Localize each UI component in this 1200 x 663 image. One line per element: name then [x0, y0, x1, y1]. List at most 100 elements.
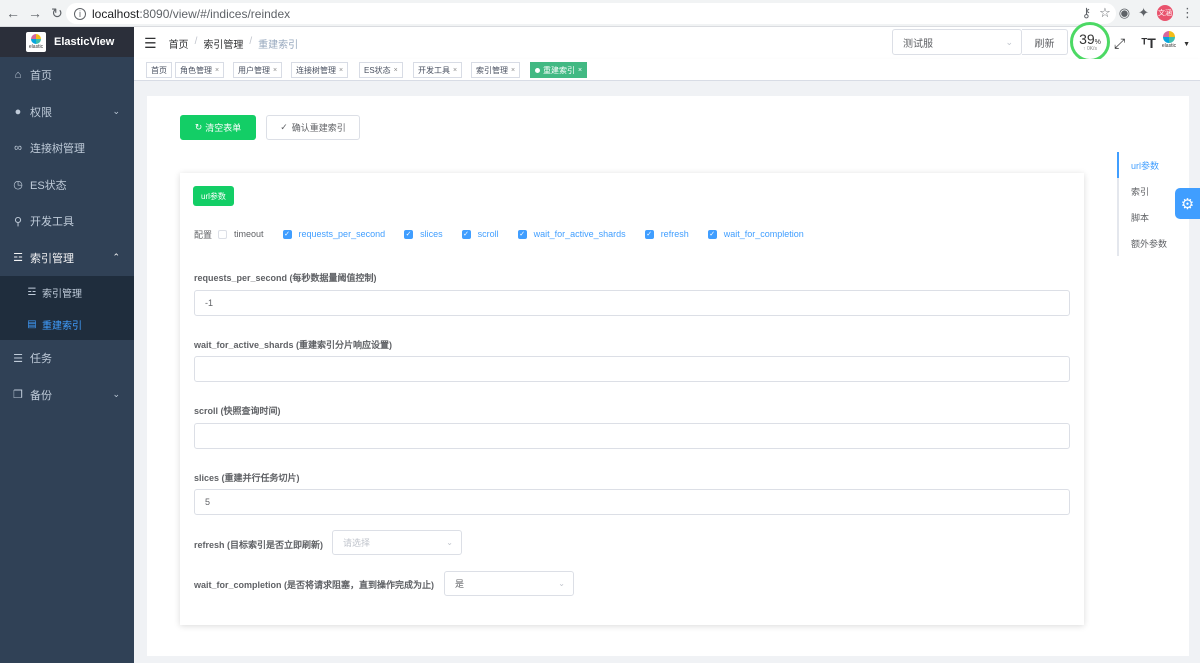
gauge-speed-value: 0K/s — [1086, 46, 1097, 52]
settings-gear-icon[interactable]: ⚙ — [1175, 188, 1200, 219]
close-icon[interactable]: × — [215, 67, 219, 74]
clear-form-button[interactable]: ↻ 清空表单 — [180, 115, 256, 140]
sidebar-subitem-index-management[interactable]: ☲ 索引管理 — [0, 276, 134, 308]
checkbox-scroll[interactable]: ✓ scroll — [461, 229, 499, 239]
checkbox-requests-per-second[interactable]: ✓ requests_per_second — [282, 229, 385, 239]
fullscreen-icon[interactable]: ⤢ — [1114, 35, 1125, 52]
puzzle-icon[interactable]: ✦ — [1138, 5, 1149, 21]
checkbox-label: wait_for_completion — [723, 229, 804, 239]
chevron-down-icon: ⌄ — [112, 389, 120, 400]
close-icon[interactable]: × — [394, 67, 398, 74]
checkbox-wait-for-active-shards[interactable]: ✓ wait_for_active_shards — [517, 229, 626, 239]
tag-role-management[interactable]: 角色管理 × — [175, 62, 225, 78]
requests-per-second-input[interactable]: -1 — [194, 290, 1070, 316]
checkbox-wait-for-completion[interactable]: ✓ wait_for_completion — [707, 229, 804, 239]
sidebar-item-label: 开发工具 — [30, 216, 74, 229]
elastic-logo-icon: elastic — [26, 32, 46, 52]
tag-reindex[interactable]: 重建索引 × — [530, 62, 588, 78]
environment-select-value: 测试服 — [903, 38, 933, 50]
scroll-input[interactable] — [194, 423, 1070, 449]
sidebar-item-backup[interactable]: ❐ 备份 ⌄ — [0, 377, 134, 414]
checkbox-label: refresh — [660, 229, 689, 239]
tag-label: 索引管理 — [476, 65, 508, 75]
font-size-icon[interactable]: ᵀT — [1141, 35, 1156, 52]
checkbox-box[interactable] — [218, 229, 228, 239]
sidebar-item-permissions[interactable]: ● 权限 ⌄ — [0, 94, 134, 131]
breadcrumb: 首页 / 索引管理 / 重建索引 — [169, 36, 299, 51]
sidebar-item-dev-tools[interactable]: ⚲ 开发工具 — [0, 203, 134, 240]
more-vertical-icon[interactable]: ⋮ — [1181, 5, 1194, 21]
star-icon[interactable]: ☆ — [1099, 5, 1111, 21]
checkmark-icon[interactable]: ✓ — [517, 229, 527, 239]
extension-icon[interactable]: ◉ — [1119, 5, 1130, 21]
chevron-down-icon: ⌄ — [112, 106, 120, 117]
forward-arrow-icon[interactable]: → — [26, 4, 44, 22]
checkmark-icon[interactable]: ✓ — [282, 229, 292, 239]
environment-select[interactable]: 测试服 ⌄ — [892, 29, 1022, 55]
anchor-item-extra-params[interactable]: 额外参数 — [1119, 230, 1177, 256]
profile-avatar[interactable]: 文涵 — [1157, 5, 1173, 21]
breadcrumb-item[interactable]: 索引管理 — [203, 36, 243, 51]
sidebar-item-tasks[interactable]: ☰ 任务 — [0, 340, 134, 377]
wait-for-active-shards-input[interactable] — [194, 356, 1070, 382]
tag-connection-tree[interactable]: 连接树管理 × — [291, 62, 349, 78]
checkmark-icon[interactable]: ✓ — [404, 229, 414, 239]
app-logo[interactable]: elastic ElasticView — [0, 27, 134, 57]
checkbox-label: scroll — [477, 229, 499, 239]
refresh-button[interactable]: 刷新 — [1022, 29, 1068, 55]
index-submenu: ☲ 索引管理 ▤ 重建索引 — [0, 276, 134, 340]
check-icon: ✓ — [280, 122, 288, 132]
wait-for-completion-select[interactable]: 是 ⌄ — [444, 571, 574, 596]
avatar-label: elastic — [1161, 43, 1177, 49]
checkbox-refresh[interactable]: ✓ refresh — [644, 229, 689, 239]
anchor-active-indicator — [1117, 152, 1119, 178]
clock-icon: ◷ — [13, 179, 23, 192]
gauge-percent: 39% — [1079, 32, 1101, 46]
sidebar-item-connection-tree[interactable]: ∞ 连接树管理 — [0, 130, 134, 167]
checkbox-slices[interactable]: ✓ slices — [404, 229, 443, 239]
reload-icon[interactable]: ↻ — [48, 4, 66, 22]
tag-es-status[interactable]: ES状态 × — [359, 62, 403, 78]
refresh-select[interactable]: 请选择 ⌄ — [332, 530, 462, 555]
close-icon[interactable]: × — [273, 67, 277, 74]
checkmark-icon[interactable]: ✓ — [707, 229, 717, 239]
key-icon[interactable]: ⚷ — [1082, 5, 1092, 21]
home-icon: ⌂ — [14, 69, 22, 82]
refresh-select-placeholder: 请选择 — [343, 538, 371, 548]
tag-label: 连接树管理 — [296, 65, 336, 75]
active-dot-icon — [535, 67, 540, 73]
tag-dev-tools[interactable]: 开发工具 × — [413, 62, 463, 78]
sidebar-item-index-management[interactable]: ☲ 索引管理 ⌃ — [0, 240, 134, 277]
tag-index-management[interactable]: 索引管理 × — [471, 62, 521, 78]
breadcrumb-item[interactable]: 首页 — [169, 36, 189, 51]
checkmark-icon[interactable]: ✓ — [644, 229, 654, 239]
hamburger-icon[interactable]: ☰ — [144, 35, 157, 52]
clear-form-label: 清空表单 — [205, 123, 242, 133]
checkmark-icon[interactable]: ✓ — [461, 229, 471, 239]
close-icon[interactable]: × — [511, 67, 515, 74]
user-icon: ● — [14, 105, 22, 118]
sidebar-subitem-reindex[interactable]: ▤ 重建索引 — [0, 308, 134, 340]
top-navbar: ☰ 首页 / 索引管理 / 重建索引 测试服 ⌄ 刷新 39% ↑ 0K/s ⤢… — [134, 22, 1200, 62]
confirm-reindex-button[interactable]: ✓ 确认重建索引 — [266, 115, 360, 140]
sidebar-item-es-status[interactable]: ◷ ES状态 — [0, 167, 134, 204]
browser-actions: ⚷ ☆ ◉ ✦ 文涵 ⋮ — [1082, 5, 1194, 21]
anchor-item-script[interactable]: 脚本 — [1119, 204, 1177, 230]
network-gauge: 39% ↑ 0K/s — [1070, 22, 1110, 62]
tag-user-management[interactable]: 用户管理 × — [233, 62, 283, 78]
sidebar-item-home[interactable]: ⌂ 首页 — [0, 57, 134, 94]
url-path: :8090/view/#/indices/reindex — [139, 6, 291, 21]
address-bar[interactable]: i localhost:8090/view/#/indices/reindex — [66, 3, 1116, 24]
anchor-item-index[interactable]: 索引 — [1119, 178, 1177, 204]
checkbox-timeout[interactable]: timeout — [218, 229, 264, 239]
close-icon[interactable]: × — [578, 67, 582, 74]
database-icon: ☲ — [27, 286, 37, 298]
anchor-item-url-params[interactable]: url参数 — [1119, 152, 1177, 178]
close-icon[interactable]: × — [453, 67, 457, 74]
info-icon[interactable]: i — [74, 7, 86, 20]
tag-home[interactable]: 首页 — [146, 62, 172, 78]
back-arrow-icon[interactable]: ← — [4, 4, 22, 22]
slices-input[interactable]: 5 — [194, 489, 1070, 515]
close-icon[interactable]: × — [339, 67, 343, 74]
avatar[interactable]: elastic ▼ — [1158, 31, 1190, 55]
